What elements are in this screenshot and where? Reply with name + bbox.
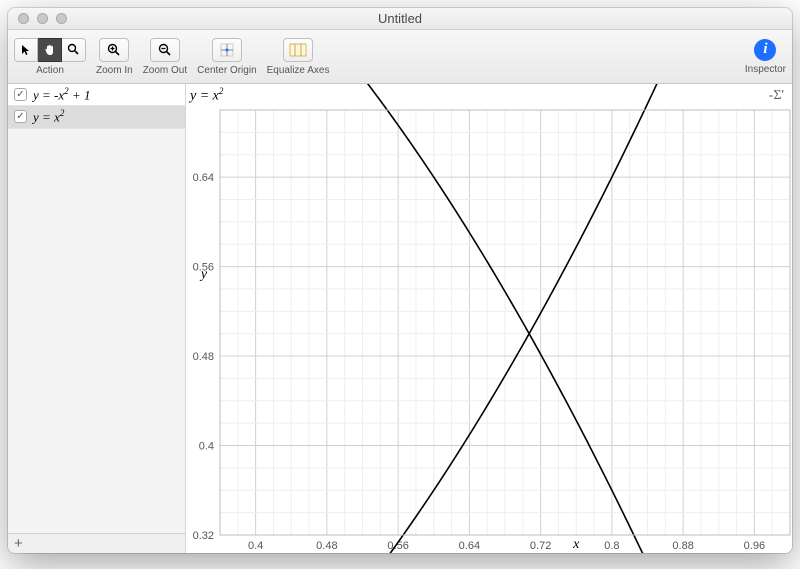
sidebar-footer: +: [8, 533, 185, 553]
equalize-axes-label: Equalize Axes: [267, 65, 330, 76]
plot-area[interactable]: y = x2 -Σ' 0.40.480.560.640.720.80.880.9…: [186, 84, 792, 553]
svg-text:x: x: [572, 537, 580, 552]
svg-text:0.8: 0.8: [604, 540, 619, 552]
equation-label: y = -x2 + 1: [33, 86, 90, 103]
inspector-button[interactable]: i: [754, 39, 776, 61]
zoom-in-label: Zoom In: [96, 65, 133, 76]
svg-text:0.48: 0.48: [316, 540, 337, 552]
center-origin-label: Center Origin: [197, 65, 256, 76]
window-controls: [8, 13, 67, 24]
content-area: ✓ y = -x2 + 1 ✓ y = x2 + y = x2 -Σ' 0.40…: [8, 84, 792, 553]
action-label: Action: [36, 65, 64, 76]
minimize-icon[interactable]: [37, 13, 48, 24]
zoom-out-button[interactable]: [150, 38, 180, 62]
svg-text:0.64: 0.64: [193, 172, 214, 184]
equation-row[interactable]: ✓ y = -x2 + 1: [8, 84, 185, 106]
zoom-in-button[interactable]: [99, 38, 129, 62]
svg-text:0.4: 0.4: [199, 441, 214, 453]
hand-tool-button[interactable]: [38, 38, 62, 62]
checkbox-icon[interactable]: ✓: [14, 88, 27, 101]
checkbox-icon[interactable]: ✓: [14, 110, 27, 123]
equation-label: y = x2: [33, 108, 64, 125]
svg-text:0.96: 0.96: [744, 540, 765, 552]
app-window: Untitled Action Zoom In: [8, 8, 792, 553]
center-origin-button[interactable]: [212, 38, 242, 62]
center-origin-group: Center Origin: [197, 38, 256, 76]
equalize-axes-group: Equalize Axes: [267, 38, 330, 76]
equation-sidebar: ✓ y = -x2 + 1 ✓ y = x2 +: [8, 84, 186, 553]
zoom-tool-button[interactable]: [62, 38, 86, 62]
svg-text:0.32: 0.32: [193, 530, 214, 542]
zoom-out-group: Zoom Out: [143, 38, 187, 76]
pointer-tool-button[interactable]: [14, 38, 38, 62]
svg-text:0.64: 0.64: [459, 540, 480, 552]
svg-text:0.48: 0.48: [193, 351, 214, 363]
close-icon[interactable]: [18, 13, 29, 24]
zoom-window-icon[interactable]: [56, 13, 67, 24]
zoom-out-label: Zoom Out: [143, 65, 187, 76]
inspector-group: i Inspector: [745, 39, 786, 75]
toolbar: Action Zoom In Zoom Out Center Origin Eq: [8, 30, 792, 84]
equation-list: ✓ y = -x2 + 1 ✓ y = x2: [8, 84, 185, 533]
titlebar[interactable]: Untitled: [8, 8, 792, 30]
inspector-label: Inspector: [745, 64, 786, 75]
svg-text:0.4: 0.4: [248, 540, 263, 552]
zoom-in-group: Zoom In: [96, 38, 133, 76]
svg-text:y: y: [199, 267, 208, 282]
window-title: Untitled: [8, 11, 792, 26]
equation-row[interactable]: ✓ y = x2: [8, 106, 185, 128]
equalize-axes-button[interactable]: [283, 38, 313, 62]
svg-text:0.88: 0.88: [672, 540, 693, 552]
svg-text:0.72: 0.72: [530, 540, 551, 552]
add-equation-button[interactable]: +: [14, 535, 23, 552]
action-group: Action: [14, 38, 86, 76]
graph-canvas[interactable]: 0.40.480.560.640.720.80.880.960.320.40.4…: [186, 84, 792, 553]
